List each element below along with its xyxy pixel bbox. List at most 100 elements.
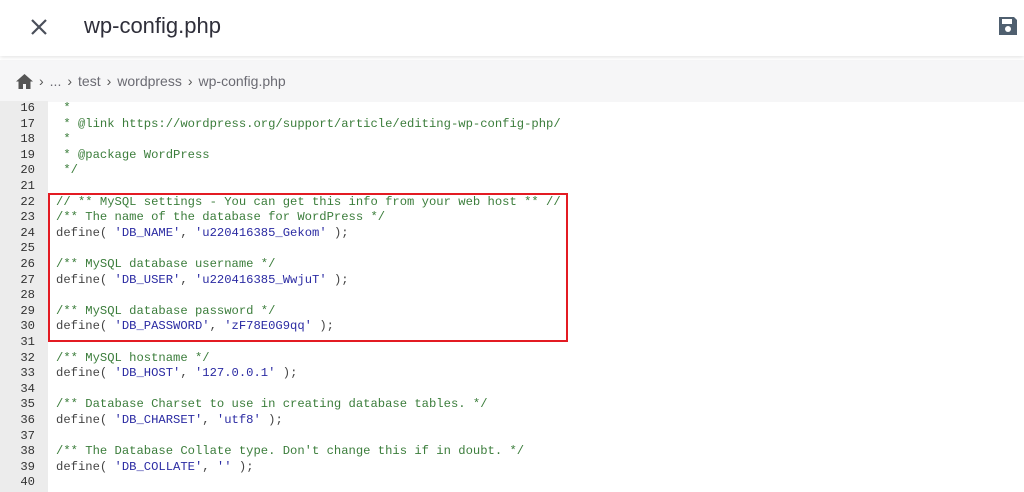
line-number: 37 bbox=[20, 428, 35, 443]
code-line[interactable]: 38 /** The Database Collate type. Don't c… bbox=[0, 444, 1024, 460]
code-text: /** The name of the database for WordPre… bbox=[56, 210, 385, 226]
comment-token: /** The Database Collate type. Don't cha… bbox=[56, 444, 525, 459]
save-icon[interactable] bbox=[997, 15, 1019, 37]
line-number: 21 bbox=[20, 179, 35, 193]
string-token: 'zF78E0G9qq' bbox=[224, 319, 312, 334]
comment-token: // ** MySQL settings - You can get this … bbox=[56, 194, 561, 209]
code-token: ); bbox=[260, 413, 283, 427]
line-number: 38 bbox=[20, 444, 35, 459]
code-line[interactable]: 20 */ bbox=[0, 163, 1024, 179]
string-token: 'DB_USER' bbox=[114, 272, 181, 287]
home-icon[interactable] bbox=[16, 73, 33, 89]
code-line[interactable]: 18 * bbox=[0, 132, 1024, 148]
line-number: 34 bbox=[20, 381, 35, 396]
code-line[interactable]: 29 /** MySQL database password */ bbox=[0, 304, 1024, 320]
line-number: 30 bbox=[20, 319, 35, 334]
line-number: 40 bbox=[20, 475, 35, 490]
code-line[interactable]: 25 bbox=[0, 241, 1024, 257]
code-token: define( bbox=[56, 413, 115, 427]
code-line[interactable]: 32 /** MySQL hostname */ bbox=[0, 351, 1024, 367]
code-line[interactable]: 22 // ** MySQL settings - You can get thi… bbox=[0, 195, 1024, 211]
chevron-right-icon: › bbox=[67, 73, 73, 89]
code-token: define( bbox=[56, 319, 115, 334]
code-text: * bbox=[56, 132, 70, 148]
editor-header: wp-config.php bbox=[0, 0, 1024, 56]
code-text: define( 'DB_USER', 'u220416385_WwjuT' ); bbox=[56, 273, 349, 289]
code-line[interactable]: 28 bbox=[0, 288, 1024, 304]
code-text: /** MySQL database password */ bbox=[56, 304, 275, 320]
code-text: define( 'DB_COLLATE', '' ); bbox=[56, 460, 254, 476]
code-line[interactable]: 24 define( 'DB_NAME', 'u220416385_Gekom' … bbox=[0, 226, 1024, 242]
code-line[interactable]: 30 define( 'DB_PASSWORD', 'zF78E0G9qq' ); bbox=[0, 319, 1024, 335]
code-token: , bbox=[180, 366, 195, 381]
code-line[interactable]: 36 define( 'DB_CHARSET', 'utf8' ); bbox=[0, 413, 1024, 429]
code-text: */ bbox=[56, 163, 78, 179]
code-token: , bbox=[180, 272, 195, 287]
code-line[interactable]: 19 * @package WordPress bbox=[0, 148, 1024, 164]
code-text: define( 'DB_CHARSET', 'utf8' ); bbox=[56, 413, 283, 429]
code-text: define( 'DB_PASSWORD', 'zF78E0G9qq' ); bbox=[56, 319, 334, 335]
code-line[interactable]: 31 bbox=[0, 335, 1024, 351]
line-number: 39 bbox=[20, 459, 35, 474]
code-text: * @package WordPress bbox=[56, 148, 209, 164]
comment-token: /** MySQL hostname */ bbox=[56, 350, 210, 365]
code-text: /** MySQL hostname */ bbox=[56, 351, 210, 367]
breadcrumb-wordpress[interactable]: wordpress bbox=[117, 73, 182, 89]
close-icon[interactable] bbox=[26, 14, 52, 40]
code-token: ); bbox=[231, 459, 254, 474]
code-line[interactable]: 37 bbox=[0, 429, 1024, 445]
comment-token: /** MySQL database password */ bbox=[56, 303, 276, 318]
code-line[interactable]: 23 /** The name of the database for WordP… bbox=[0, 210, 1024, 226]
line-number: 20 bbox=[20, 163, 35, 178]
line-number: 23 bbox=[20, 210, 35, 225]
code-line[interactable]: 40 bbox=[0, 475, 1024, 491]
chevron-right-icon: › bbox=[187, 73, 193, 89]
breadcrumb-test[interactable]: test bbox=[78, 73, 101, 89]
code-token: , bbox=[209, 319, 225, 334]
string-token: '127.0.0.1' bbox=[194, 366, 276, 381]
breadcrumb-ellipsis[interactable]: ... bbox=[50, 73, 62, 89]
line-number: 16 bbox=[20, 101, 35, 115]
string-token: 'DB_COLLATE' bbox=[114, 459, 203, 474]
code-token: ); bbox=[326, 225, 349, 240]
line-number: 18 bbox=[20, 132, 35, 147]
code-line[interactable]: 34 bbox=[0, 382, 1024, 398]
code-line[interactable]: 27 define( 'DB_USER', 'u220416385_WwjuT' … bbox=[0, 273, 1024, 289]
comment-token: */ bbox=[56, 163, 78, 178]
code-line[interactable]: 21 bbox=[0, 179, 1024, 195]
code-line[interactable]: 17 * @link https://wordpress.org/support… bbox=[0, 117, 1024, 133]
line-number: 31 bbox=[20, 335, 35, 349]
code-line[interactable]: 26 /** MySQL database username */ bbox=[0, 257, 1024, 273]
comment-token: /** The name of the database for WordPre… bbox=[56, 210, 386, 225]
comment-token: /** Database Charset to use in creating … bbox=[56, 397, 488, 412]
code-text: define( 'DB_NAME', 'u220416385_Gekom' ); bbox=[56, 226, 349, 242]
line-number: 22 bbox=[20, 194, 35, 209]
code-text: /** Database Charset to use in creating … bbox=[56, 397, 488, 413]
line-number: 28 bbox=[20, 288, 35, 303]
line-number: 35 bbox=[20, 397, 35, 412]
line-number: 25 bbox=[20, 241, 35, 256]
code-text: * @link https://wordpress.org/support/ar… bbox=[56, 117, 560, 133]
code-editor[interactable]: 16 * 17 * @link https://wordpress.org/sup… bbox=[0, 101, 1024, 492]
breadcrumb: › ... › test › wordpress › wp-config.php bbox=[0, 60, 1024, 102]
breadcrumb-current-file: wp-config.php bbox=[198, 73, 286, 89]
line-number: 36 bbox=[20, 413, 35, 427]
file-title: wp-config.php bbox=[84, 13, 221, 38]
string-token: '' bbox=[216, 459, 232, 474]
comment-token: * bbox=[56, 101, 71, 115]
chevron-right-icon: › bbox=[106, 73, 112, 89]
line-number: 17 bbox=[20, 116, 35, 131]
code-token: define( bbox=[56, 366, 115, 381]
code-token: ); bbox=[312, 319, 334, 334]
code-token: , bbox=[202, 459, 217, 474]
comment-token: /** MySQL database username */ bbox=[56, 257, 276, 271]
line-number: 27 bbox=[20, 272, 35, 287]
code-token: define( bbox=[56, 272, 115, 287]
string-token: 'DB_PASSWORD' bbox=[114, 319, 210, 334]
code-token: ); bbox=[326, 272, 349, 287]
code-line[interactable]: 16 * bbox=[0, 101, 1024, 117]
code-token: , bbox=[202, 413, 217, 427]
code-line[interactable]: 35 /** Database Charset to use in creatin… bbox=[0, 397, 1024, 413]
code-line[interactable]: 33 define( 'DB_HOST', '127.0.0.1' ); bbox=[0, 366, 1024, 382]
code-line[interactable]: 39 define( 'DB_COLLATE', '' ); bbox=[0, 460, 1024, 476]
